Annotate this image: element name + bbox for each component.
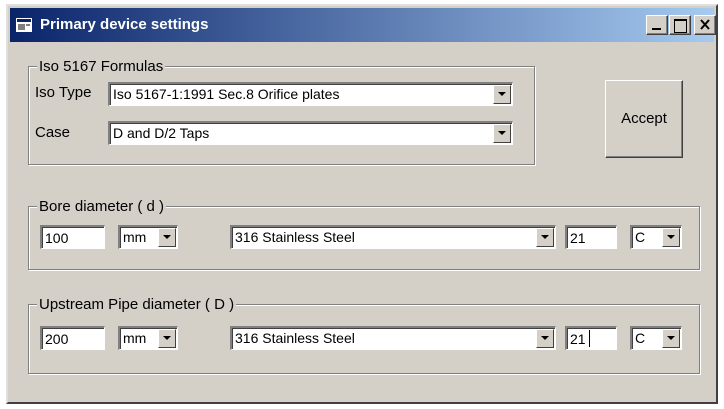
upstream-unit-value: mm	[123, 330, 147, 346]
case-dropdown-button[interactable]	[493, 124, 511, 143]
iso-type-dropdown-button[interactable]	[493, 85, 511, 104]
case-select[interactable]: D and D/2 Taps	[108, 121, 513, 145]
text-cursor	[589, 330, 590, 347]
upstream-diameter-group-label: Upstream Pipe diameter ( D )	[37, 296, 237, 313]
upstream-temperature-input[interactable]	[565, 326, 617, 350]
chevron-down-icon	[541, 235, 549, 239]
title-bar[interactable]: Primary device settings	[10, 8, 716, 42]
upstream-temp-unit-select[interactable]: C	[630, 326, 682, 350]
chevron-down-icon	[498, 131, 506, 135]
minimize-button[interactable]	[646, 15, 668, 35]
upstream-unit-select[interactable]: mm	[118, 326, 178, 350]
bore-unit-dropdown-button[interactable]	[158, 228, 176, 247]
formulas-group-label: Iso 5167 Formulas	[37, 58, 166, 75]
close-icon	[700, 19, 710, 30]
bore-temperature-input[interactable]	[565, 225, 617, 249]
case-value: D and D/2 Taps	[113, 125, 210, 141]
bore-diameter-value[interactable]	[42, 227, 104, 248]
app-icon	[16, 18, 32, 32]
upstream-temp-unit-dropdown-button[interactable]	[662, 329, 680, 348]
upstream-material-value: 316 Stainless Steel	[235, 330, 355, 346]
window-title: Primary device settings	[40, 16, 209, 33]
chevron-down-icon	[667, 235, 675, 239]
bore-material-value: 316 Stainless Steel	[235, 229, 355, 245]
chevron-down-icon	[163, 235, 171, 239]
chevron-down-icon	[667, 336, 675, 340]
bore-temp-unit-select[interactable]: C	[630, 225, 682, 249]
close-button[interactable]	[694, 15, 716, 35]
upstream-temp-unit-value: C	[635, 330, 646, 346]
case-label: Case	[35, 124, 71, 141]
iso-type-select[interactable]: Iso 5167-1:1991 Sec.8 Orifice plates	[108, 82, 513, 106]
chevron-down-icon	[541, 336, 549, 340]
chevron-down-icon	[498, 92, 506, 96]
upstream-temperature-value[interactable]	[567, 328, 616, 349]
upstream-material-dropdown-button[interactable]	[536, 329, 554, 348]
iso-type-label: Iso Type	[35, 84, 92, 101]
bore-unit-select[interactable]: mm	[118, 225, 178, 249]
upstream-material-select[interactable]: 316 Stainless Steel	[230, 326, 556, 350]
bore-unit-value: mm	[123, 229, 147, 245]
upstream-unit-dropdown-button[interactable]	[158, 329, 176, 348]
accept-button[interactable]: Accept	[605, 80, 683, 158]
bore-diameter-input[interactable]	[40, 225, 105, 249]
bore-temp-unit-value: C	[635, 229, 646, 245]
bore-temp-unit-dropdown-button[interactable]	[662, 228, 680, 247]
maximize-button[interactable]	[669, 15, 691, 35]
chevron-down-icon	[163, 336, 171, 340]
upstream-diameter-value[interactable]	[42, 328, 104, 349]
formulas-group: Iso 5167 Formulas	[28, 58, 535, 165]
bore-temperature-value[interactable]	[567, 227, 616, 248]
bore-material-dropdown-button[interactable]	[536, 228, 554, 247]
bore-material-select[interactable]: 316 Stainless Steel	[230, 225, 556, 249]
iso-type-value: Iso 5167-1:1991 Sec.8 Orifice plates	[113, 86, 340, 102]
upstream-diameter-input[interactable]	[40, 326, 105, 350]
bore-diameter-group-label: Bore diameter ( d )	[37, 198, 167, 215]
primary-device-settings-window: Primary device settings Iso 5167 Formula…	[6, 4, 718, 404]
